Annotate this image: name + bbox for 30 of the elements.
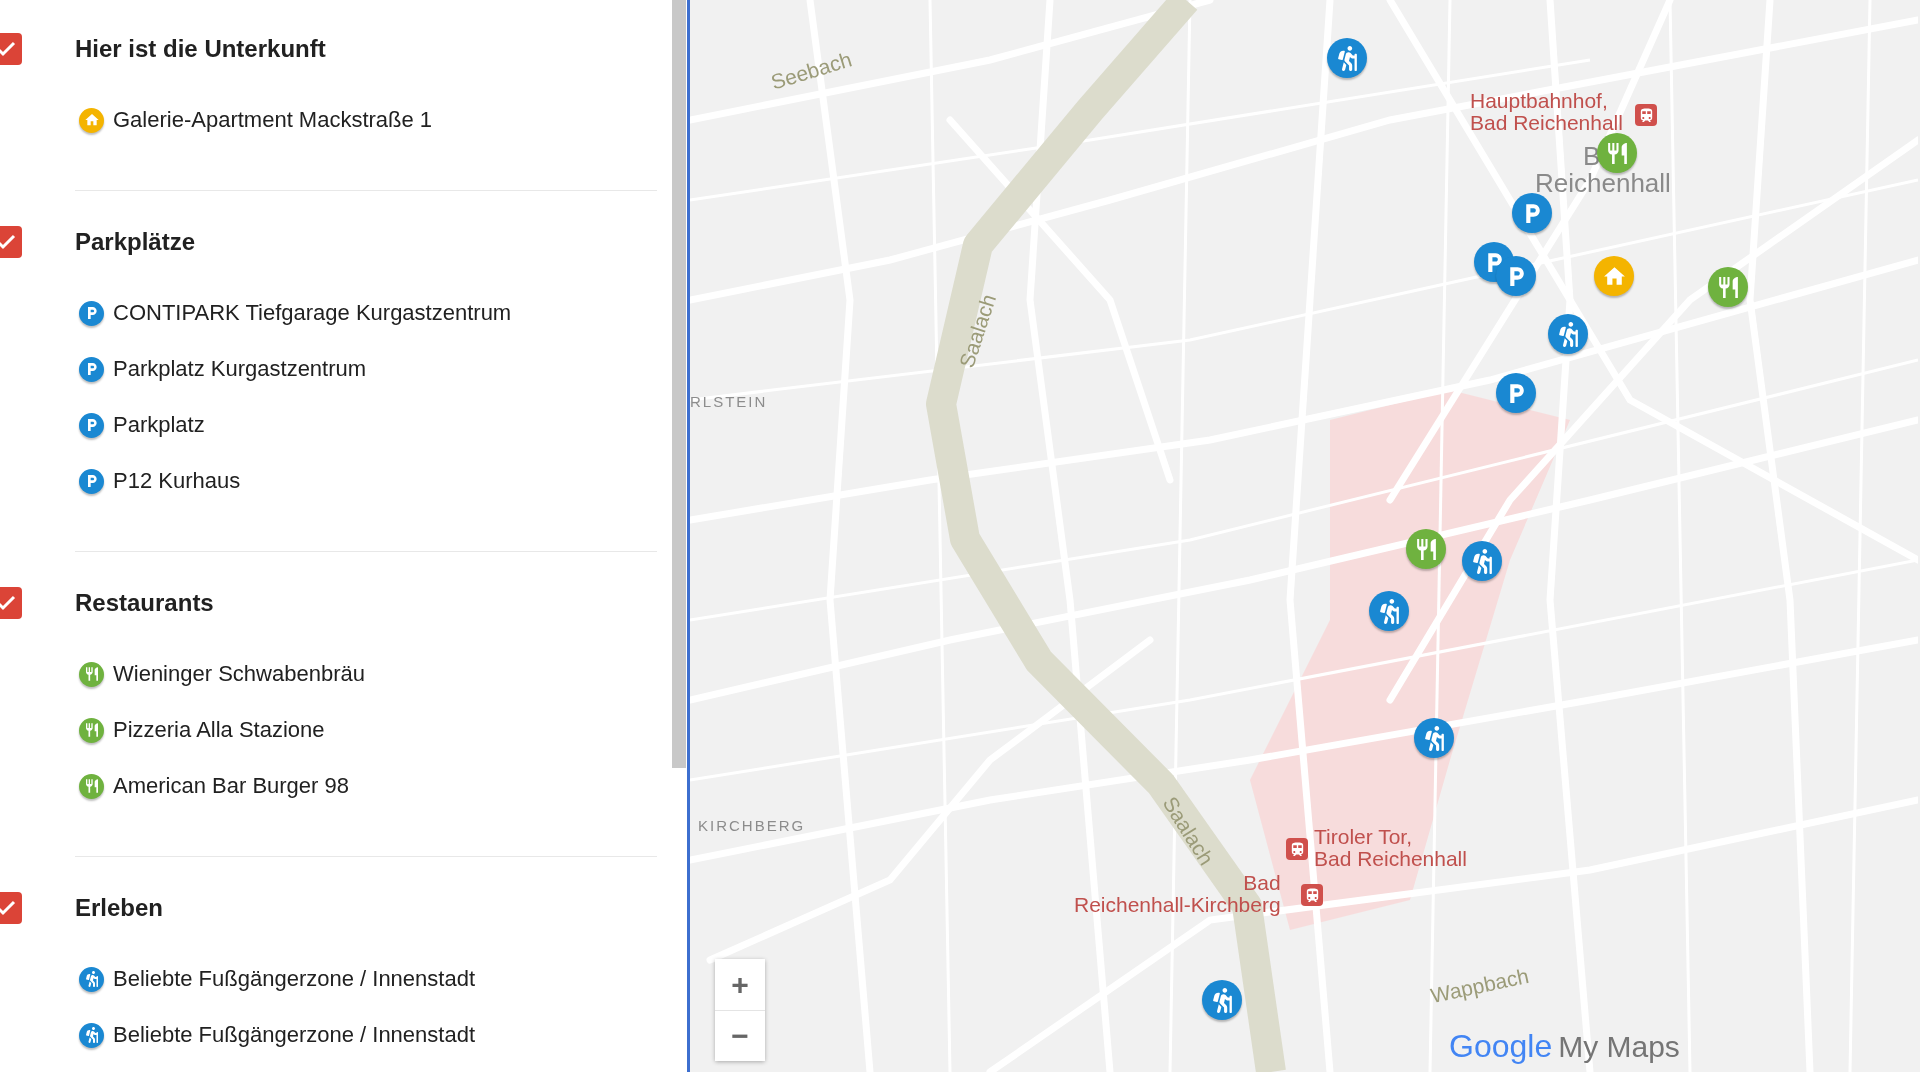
zoom-out-button[interactable]: − <box>715 1010 765 1061</box>
map-label: RLSTEIN <box>690 394 768 410</box>
map-label: KIRCHBERG <box>698 818 806 834</box>
zoom-in-button[interactable]: + <box>715 959 765 1010</box>
place-name[interactable]: Pizzeria Alla Stazione <box>113 717 325 743</box>
layer-title: Restaurants <box>75 589 214 617</box>
layer-title: Parkplätze <box>75 228 196 256</box>
map-label: Hauptbahnhof, Bad Reichenhall <box>1470 90 1623 135</box>
logo-product-name: My Maps <box>1558 1030 1680 1064</box>
layer-title: Hier ist die Unterkunft <box>75 35 326 63</box>
train-station-icon <box>1301 884 1323 906</box>
place-name[interactable]: P12 Kurhaus <box>113 468 241 494</box>
map-label: Tiroler Tor, Bad Reichenhall <box>1314 826 1467 871</box>
scrollbar-thumb[interactable] <box>672 0 686 768</box>
logo-wordmark: Google <box>1449 1028 1553 1065</box>
train-station-icon <box>1635 104 1657 126</box>
place-name[interactable]: Parkplatz <box>113 412 205 438</box>
place-name[interactable]: Wieninger Schwabenbräu <box>113 661 365 687</box>
place-name[interactable]: Parkplatz Kurgastzentrum <box>113 356 367 382</box>
place-name[interactable]: Galerie-Apartment Mackstraße 1 <box>113 107 433 133</box>
train-station-icon <box>1286 838 1308 860</box>
layer-title: Erleben <box>75 894 164 922</box>
place-name[interactable]: Beliebte Fußgängerzone / Innenstadt <box>113 1022 476 1048</box>
place-name[interactable]: American Bar Burger 98 <box>113 773 349 799</box>
map-label: Bad Reichenhall-Kirchberg <box>1074 872 1281 917</box>
place-name[interactable]: CONTIPARK Tiefgarage Kurgastzentrum <box>113 300 512 326</box>
map-label: B <box>1583 143 1601 171</box>
map-label: Reichenhall <box>1535 170 1671 198</box>
map-label: Wappbach <box>1428 964 1531 1008</box>
place-name[interactable]: Beliebte Fußgängerzone / Innenstadt <box>113 966 476 992</box>
